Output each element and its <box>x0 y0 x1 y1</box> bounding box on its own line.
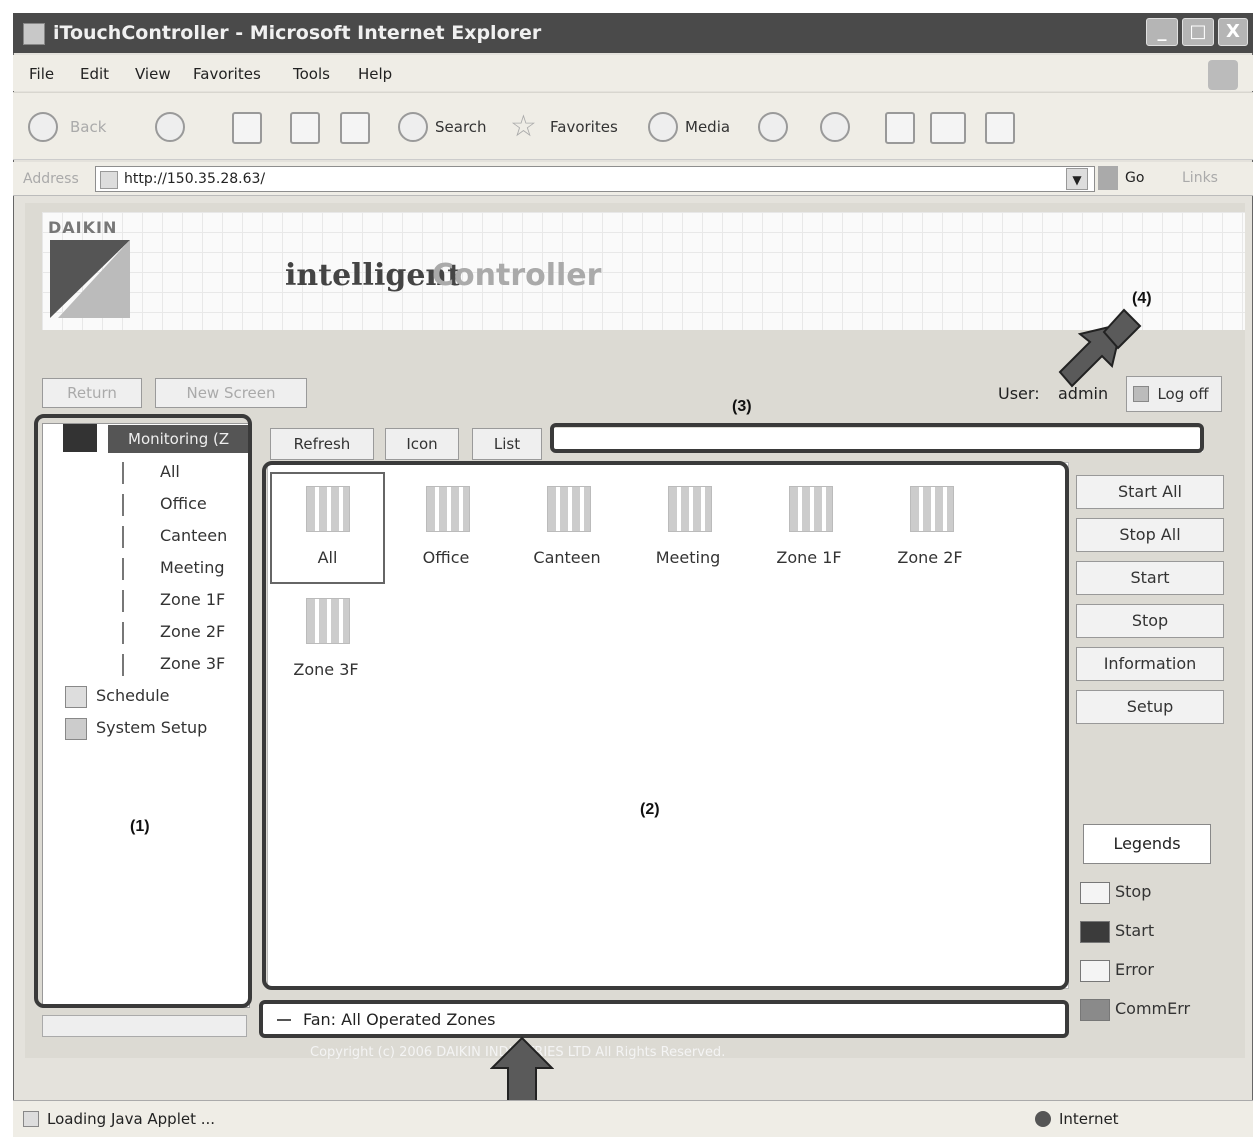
print-icon[interactable] <box>885 112 915 144</box>
legend-start-label: Start <box>1115 921 1155 940</box>
internet-globe-icon <box>1035 1111 1051 1127</box>
status-loading-text: Loading Java Applet ... <box>47 1110 216 1128</box>
favorites-star-icon[interactable]: ☆ <box>510 112 540 142</box>
address-input[interactable]: http://150.35.28.63/ <box>95 166 1095 192</box>
log-off-label: Log off <box>1157 385 1209 403</box>
back-arrow-icon[interactable] <box>28 112 58 142</box>
minimize-button[interactable]: _ <box>1146 18 1178 46</box>
callout-box-3 <box>550 423 1204 453</box>
window-title: iTouchController - Microsoft Internet Ex… <box>53 22 542 44</box>
callout-label-4: (4) <box>1132 290 1152 307</box>
page-loading-icon <box>23 1111 39 1127</box>
menu-edit[interactable]: Edit <box>80 65 109 83</box>
windows-logo-icon <box>1208 60 1238 90</box>
return-button[interactable]: Return <box>42 378 142 408</box>
go-button[interactable]: Go <box>1125 170 1144 186</box>
new-screen-button[interactable]: New Screen <box>155 378 307 408</box>
start-button[interactable]: Start <box>1076 561 1224 595</box>
daikin-logo-icon <box>50 240 130 318</box>
callout-box-status <box>259 1000 1069 1038</box>
legend-commerr-swatch <box>1080 999 1110 1021</box>
callout-label-1: (1) <box>130 818 150 835</box>
copyright-text: Copyright (c) 2006 DAIKIN INDUSTRIES LTD… <box>310 1045 726 1060</box>
edit-icon[interactable] <box>930 112 966 144</box>
log-off-icon <box>1133 386 1149 402</box>
information-button[interactable]: Information <box>1076 647 1224 681</box>
tree-horizontal-scrollbar[interactable] <box>42 1015 247 1037</box>
user-label: User: <box>998 384 1040 403</box>
callout-label-3: (3) <box>732 398 752 415</box>
menu-tools[interactable]: Tools <box>293 65 330 83</box>
back-button[interactable]: Back <box>70 118 106 136</box>
legend-stop-swatch <box>1080 882 1110 904</box>
start-all-button[interactable]: Start All <box>1076 475 1224 509</box>
ie-toolbar <box>13 92 1253 160</box>
search-icon[interactable] <box>398 112 428 142</box>
list-tab[interactable]: List <box>472 428 542 460</box>
legend-commerr-label: CommErr <box>1115 999 1191 1018</box>
stop-all-button[interactable]: Stop All <box>1076 518 1224 552</box>
address-label: Address <box>23 171 79 187</box>
address-url: http://150.35.28.63/ <box>124 171 266 187</box>
menu-favorites[interactable]: Favorites <box>193 65 261 83</box>
close-button[interactable]: X <box>1218 18 1248 46</box>
legend-stop-label: Stop <box>1115 882 1152 901</box>
setup-button[interactable]: Setup <box>1076 690 1224 724</box>
brand-controller: Controller <box>432 258 602 293</box>
title-bar: iTouchController - Microsoft Internet Ex… <box>13 13 1253 53</box>
mail-icon[interactable] <box>820 112 850 142</box>
go-arrow-icon[interactable] <box>1098 166 1118 190</box>
stop-icon[interactable] <box>232 112 262 144</box>
favorites-button[interactable]: Favorites <box>550 118 618 136</box>
callout-arrow-4-icon <box>1058 308 1142 388</box>
stop-button[interactable]: Stop <box>1076 604 1224 638</box>
menu-help[interactable]: Help <box>358 65 392 83</box>
page-icon <box>100 171 118 189</box>
media-icon[interactable] <box>648 112 678 142</box>
legend-error-swatch <box>1080 960 1110 982</box>
ie-icon <box>23 23 45 45</box>
forward-arrow-icon[interactable] <box>155 112 185 142</box>
status-zone-text: Internet <box>1059 1110 1119 1128</box>
callout-label-2: (2) <box>640 801 660 818</box>
icon-tab[interactable]: Icon <box>385 428 459 460</box>
callout-box-1 <box>34 414 252 1008</box>
messenger-icon[interactable] <box>985 112 1015 144</box>
maximize-button[interactable]: □ <box>1182 18 1214 46</box>
menu-file[interactable]: File <box>29 65 54 83</box>
legends-title: Legends <box>1083 824 1211 864</box>
search-button[interactable]: Search <box>435 118 487 136</box>
links-button[interactable]: Links <box>1182 170 1218 186</box>
menu-view[interactable]: View <box>135 65 171 83</box>
menu-bar: File Edit View Favorites Tools Help <box>13 55 1253 91</box>
refresh-tab[interactable]: Refresh <box>270 428 374 460</box>
daikin-logo-text: DAIKIN <box>48 218 118 237</box>
callout-box-2 <box>262 461 1069 990</box>
ie-status-bar: Loading Java Applet ... Internet <box>13 1100 1253 1137</box>
legend-start-swatch <box>1080 921 1110 943</box>
legend-error-label: Error <box>1115 960 1154 979</box>
home-icon[interactable] <box>340 112 370 144</box>
address-dropdown-icon[interactable]: ▼ <box>1066 168 1088 190</box>
history-icon[interactable] <box>758 112 788 142</box>
refresh-icon[interactable] <box>290 112 320 144</box>
media-button[interactable]: Media <box>685 118 730 136</box>
